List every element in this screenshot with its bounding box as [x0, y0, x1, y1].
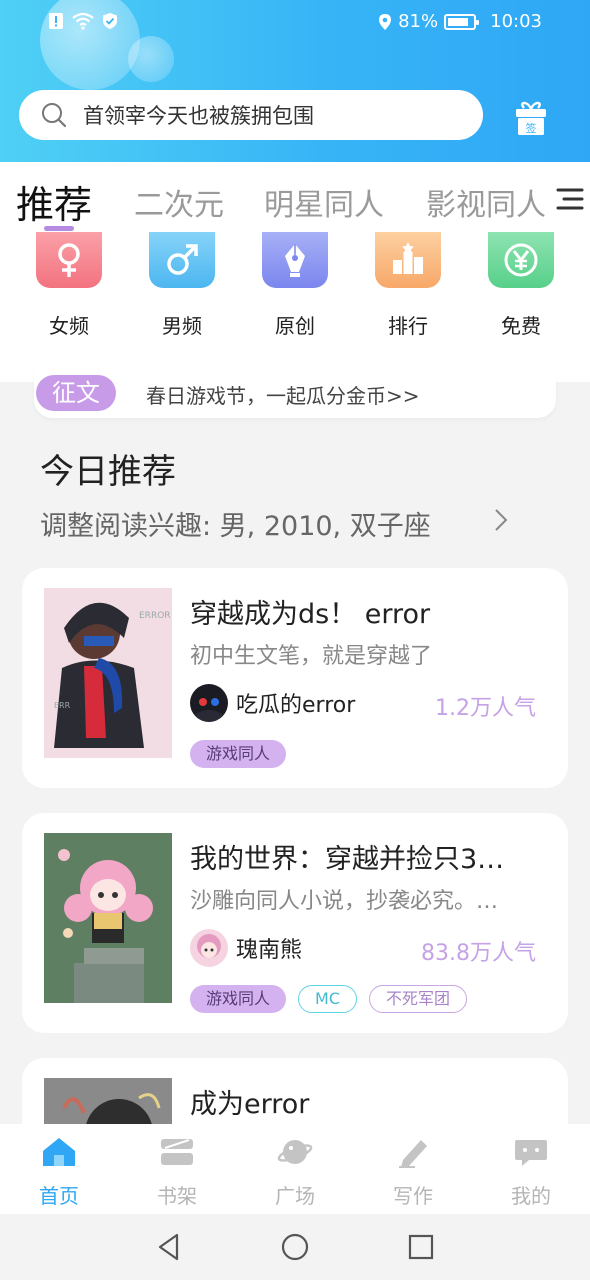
popularity-count: 83.8万人气 [421, 941, 536, 966]
search-icon [42, 103, 67, 128]
category-original[interactable]: 原创 [255, 232, 335, 339]
book-title[interactable]: 我的世界：穿越并捡只3… [190, 837, 504, 876]
chat-bubble-icon [515, 1140, 547, 1166]
nav-bookshelf[interactable]: 书架 [137, 1136, 217, 1209]
nav-label: 写作 [393, 1184, 433, 1208]
location-icon [379, 13, 392, 30]
pen-icon [285, 244, 305, 277]
battery-percent: 81% [398, 11, 439, 32]
menu-icon [556, 188, 584, 210]
tabs-menu-button[interactable] [552, 184, 584, 214]
search-placeholder: 首领宰今天也被簇拥包围 [83, 104, 314, 128]
bookshelf-icon [161, 1139, 193, 1165]
nav-label: 广场 [275, 1184, 315, 1208]
nav-mine[interactable]: 我的 [491, 1136, 571, 1209]
pencil-icon [399, 1140, 427, 1168]
book-title[interactable]: 穿越成为ds！ error [190, 592, 430, 631]
back-triangle-icon[interactable] [154, 1232, 184, 1262]
header: 81% 10:03 首领宰今天也被簇拥包围 签 [0, 0, 590, 162]
ranking-icon [393, 242, 423, 274]
book-cover[interactable]: ERROR ERR [44, 588, 172, 758]
book-card[interactable]: ERROR ERR 穿越成为ds！ error 初中生文笔，就是穿越了 吃瓜的e… [22, 568, 568, 788]
avatar [190, 929, 228, 967]
svg-text:ERROR: ERROR [139, 611, 171, 621]
author-name: 吃瓜的error [236, 693, 356, 718]
nav-label: 我的 [511, 1184, 551, 1208]
book-cover[interactable] [44, 833, 172, 1003]
nav-square[interactable]: 广场 [255, 1136, 335, 1209]
shield-icon [103, 13, 117, 29]
svg-text:ERR: ERR [54, 701, 71, 710]
status-bar: 81% 10:03 [0, 0, 590, 44]
home-circle-icon[interactable] [280, 1232, 310, 1262]
book-card[interactable]: 我的世界：穿越并捡只3… 沙雕向同人小说，抄袭必究。… 瑰南熊 83.8万人气 … [22, 813, 568, 1033]
battery-icon [444, 13, 480, 30]
nav-label: 书架 [157, 1184, 197, 1208]
nav-home[interactable]: 首页 [19, 1136, 99, 1209]
recents-square-icon[interactable] [406, 1232, 436, 1262]
gift-icon: 签 [516, 101, 546, 135]
author-row[interactable]: 吃瓜的error [190, 684, 355, 722]
tab-recommend[interactable]: 推荐 [16, 174, 92, 229]
contest-banner-text: 春日游戏节，一起瓜分金币>> [146, 384, 420, 408]
category-label: 免费 [501, 314, 541, 338]
book-description: 初中生文笔，就是穿越了 [190, 644, 433, 669]
category-tabs: 推荐 二次元 明星同人 影视同人 [0, 170, 590, 230]
clock: 10:03 [490, 11, 542, 32]
book-tag[interactable]: 不死军团 [369, 985, 468, 1013]
category-label: 男频 [162, 314, 202, 338]
book-tags: 游戏同人 MC 不死军团 [190, 985, 468, 1013]
home-icon [43, 1138, 75, 1166]
author-name: 瑰南熊 [236, 938, 303, 963]
category-free[interactable]: 免费 [481, 232, 561, 339]
tab-film-fanfic[interactable]: 影视同人 [426, 180, 546, 224]
avatar [190, 684, 228, 722]
search-bar[interactable]: 首领宰今天也被簇拥包围 [19, 90, 483, 140]
nav-write[interactable]: 写作 [373, 1136, 453, 1209]
male-icon [167, 244, 198, 275]
wifi-icon [72, 12, 94, 30]
category-female[interactable]: 女频 [29, 232, 109, 339]
book-description: 沙雕向同人小说，抄袭必究。… [190, 889, 499, 914]
active-tab-indicator [44, 226, 74, 231]
chevron-right-icon[interactable] [494, 508, 508, 539]
section-title: 今日推荐 [40, 452, 176, 492]
nav-label: 首页 [39, 1184, 79, 1208]
bottom-navigation: 首页 书架 广场 写作 我的 [0, 1124, 590, 1214]
contest-banner[interactable]: 征文 春日游戏节，一起瓜分金币>> [34, 370, 556, 418]
category-grid: 女频 男频 原创 排行 免费 [0, 232, 590, 342]
yen-icon [504, 243, 538, 277]
alert-icon [49, 13, 63, 29]
category-male[interactable]: 男频 [142, 232, 222, 339]
planet-icon [277, 1140, 313, 1164]
author-row[interactable]: 瑰南熊 [190, 929, 302, 967]
book-tag[interactable]: MC [298, 985, 357, 1013]
battery-level [448, 17, 468, 26]
category-label: 排行 [388, 314, 428, 338]
category-label: 原创 [275, 314, 315, 338]
contest-tag: 征文 [36, 375, 116, 411]
sign-in-gift-button[interactable]: 签 [512, 100, 550, 138]
reading-interest-link[interactable]: 调整阅读兴趣: 男, 2010, 双子座 [40, 504, 431, 543]
system-navigation-bar [0, 1214, 590, 1280]
tab-anime[interactable]: 二次元 [134, 180, 224, 224]
category-label: 女频 [49, 314, 89, 338]
popularity-count: 1.2万人气 [435, 696, 536, 721]
svg-text:签: 签 [526, 121, 537, 135]
female-icon [58, 243, 80, 277]
book-tags: 游戏同人 [190, 740, 287, 768]
book-title[interactable]: 成为error [190, 1082, 309, 1121]
book-tag[interactable]: 游戏同人 [190, 740, 287, 768]
category-ranking[interactable]: 排行 [368, 232, 448, 339]
book-tag[interactable]: 游戏同人 [190, 985, 287, 1013]
tab-celebrity-fanfic[interactable]: 明星同人 [264, 180, 384, 224]
